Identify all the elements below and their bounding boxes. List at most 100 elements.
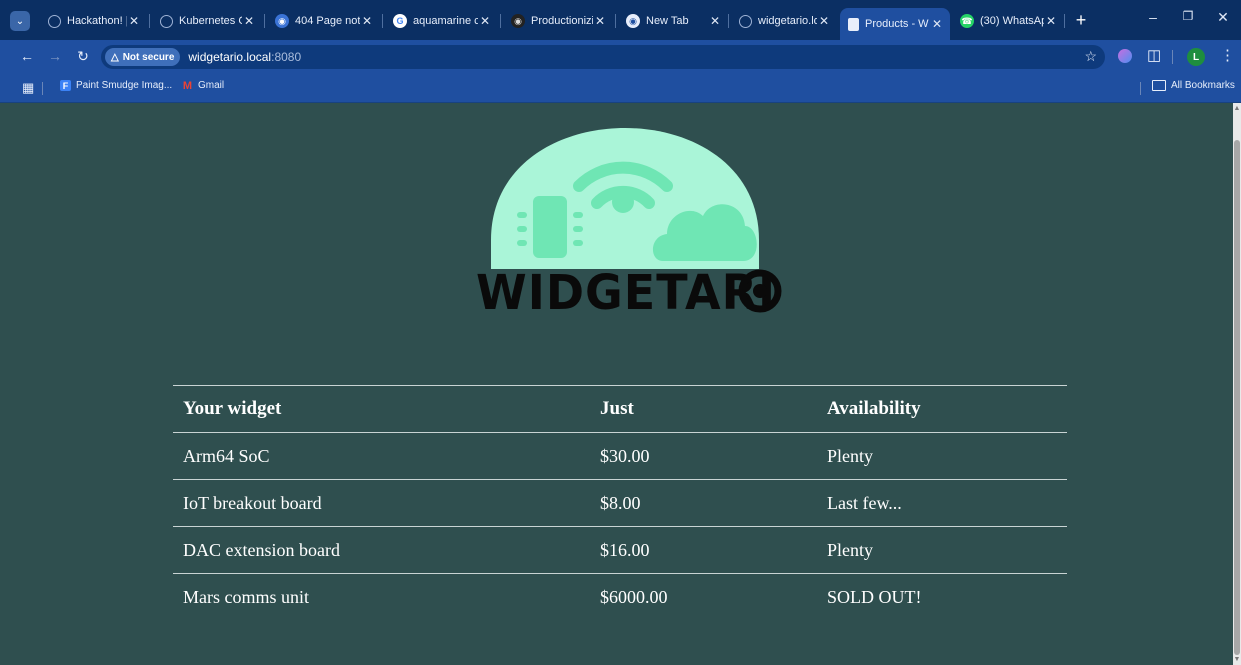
- close-tab-icon[interactable]: ✕: [478, 14, 492, 28]
- tab-title: widgetario.lo: [758, 15, 817, 27]
- logo-o-ring-icon: [738, 269, 782, 313]
- widget-availability: SOLD OUT!: [817, 573, 1067, 620]
- scroll-up-arrow-icon[interactable]: ▲: [1233, 105, 1241, 113]
- bookmark-star-icon[interactable]: ☆: [1084, 48, 1097, 65]
- warning-icon: △: [111, 51, 119, 63]
- tab-search-chevron-icon[interactable]: ⌄: [10, 11, 30, 31]
- url-port: :8080: [271, 50, 302, 64]
- table-row: DAC extension board $16.00 Plenty: [173, 526, 1067, 574]
- table-header-row: Your widget Just Availability: [173, 385, 1067, 433]
- all-bookmarks-button[interactable]: All Bookmarks: [1152, 80, 1235, 91]
- tab-divider: [264, 14, 265, 28]
- tab-title: Productionizi: [531, 15, 593, 27]
- close-window-icon[interactable]: ✕: [1213, 9, 1233, 26]
- close-tab-icon[interactable]: ✕: [817, 14, 831, 28]
- products-table: Your widget Just Availability Arm64 SoC …: [173, 385, 1067, 620]
- bookmark-label: Gmail: [198, 80, 225, 91]
- bookmarks-bar: ▦ F Paint Smudge Imag... M Gmail All Boo…: [0, 74, 1241, 103]
- table-row: Mars comms unit $6000.00 SOLD OUT!: [173, 573, 1067, 620]
- tab-title: New Tab: [646, 15, 689, 27]
- whatsapp-icon: ☎: [960, 14, 974, 28]
- bookmark-paint-smudge[interactable]: F Paint Smudge Imag...: [60, 80, 172, 91]
- bookmark-gmail[interactable]: M Gmail: [182, 79, 225, 92]
- globe-icon: [739, 14, 752, 28]
- profile-avatar[interactable]: L: [1187, 48, 1205, 66]
- tab-aquamarine[interactable]: G aquamarine c ✕: [385, 8, 498, 34]
- menu-kebab-icon[interactable]: ⋮: [1220, 46, 1235, 64]
- header-price: Just: [590, 385, 817, 433]
- extensions-puzzle-icon[interactable]: ◫: [1147, 46, 1161, 64]
- tab-title: Kubernetes C: [179, 15, 242, 27]
- apps-grid-icon[interactable]: ▦: [22, 80, 34, 96]
- bookmarks-divider: [42, 82, 43, 95]
- close-tab-icon[interactable]: ✕: [930, 17, 944, 31]
- tab-title: (30) WhatsAp: [980, 15, 1044, 27]
- toolbar-divider: [1172, 50, 1173, 64]
- tab-widgetario[interactable]: widgetario.lo ✕: [731, 8, 837, 34]
- close-tab-icon[interactable]: ✕: [127, 14, 141, 28]
- tab-kubernetes[interactable]: Kubernetes C ✕: [152, 8, 262, 34]
- tab-divider: [382, 14, 383, 28]
- google-icon: G: [393, 14, 407, 28]
- close-tab-icon[interactable]: ✕: [360, 14, 374, 28]
- tab-hackathon[interactable]: Hackathon! | ✕: [40, 8, 147, 34]
- tab-title: aquamarine c: [413, 15, 478, 27]
- tab-title: 404 Page not: [295, 15, 360, 27]
- close-tab-icon[interactable]: ✕: [593, 14, 607, 28]
- header-availability: Availability: [817, 385, 1067, 433]
- security-chip[interactable]: △ Not secure: [105, 48, 181, 66]
- widget-availability: Plenty: [817, 432, 1067, 480]
- tab-whatsapp[interactable]: ☎ (30) WhatsAp ✕: [952, 8, 1064, 34]
- forward-icon[interactable]: →: [46, 48, 64, 64]
- folder-icon: [1152, 80, 1166, 91]
- globe-icon: [160, 14, 173, 28]
- bookmark-f-icon: F: [60, 80, 71, 91]
- browser-toolbar: ← → ↻ △ Not secure widgetario.local:8080…: [0, 40, 1241, 74]
- close-tab-icon[interactable]: ✕: [1044, 14, 1058, 28]
- target-icon: ◉: [511, 14, 525, 28]
- tab-title: Hackathon! |: [67, 15, 127, 27]
- widget-availability: Plenty: [817, 526, 1067, 574]
- widget-name: Arm64 SoC: [173, 432, 590, 480]
- tab-404[interactable]: ◉ 404 Page not ✕: [267, 8, 380, 34]
- chrome-icon: ◉: [626, 14, 640, 28]
- security-label: Not secure: [122, 51, 175, 63]
- logo-wordmark: WIDGETARI: [476, 263, 777, 321]
- all-bookmarks-label: All Bookmarks: [1171, 80, 1235, 91]
- bookmark-label: Paint Smudge Imag...: [76, 80, 173, 91]
- widget-price: $16.00: [590, 526, 817, 574]
- tab-divider: [728, 14, 729, 28]
- minimize-icon[interactable]: –: [1143, 9, 1163, 25]
- scroll-down-arrow-icon[interactable]: ▼: [1233, 656, 1241, 664]
- tab-strip: ⌄ Hackathon! | ✕ Kubernetes C ✕ ◉ 404 Pa…: [0, 0, 1241, 40]
- scrollbar-thumb[interactable]: [1234, 140, 1240, 655]
- back-icon[interactable]: ←: [18, 48, 36, 64]
- table-row: IoT breakout board $8.00 Last few...: [173, 479, 1067, 527]
- tab-divider: [500, 14, 501, 28]
- reload-icon[interactable]: ↻: [74, 48, 92, 65]
- address-bar[interactable]: △ Not secure widgetario.local:8080 ☆: [101, 45, 1105, 69]
- close-tab-icon[interactable]: ✕: [708, 14, 722, 28]
- gmail-icon: M: [182, 79, 193, 92]
- widget-price: $8.00: [590, 479, 817, 527]
- tab-new-tab[interactable]: ◉ New Tab ✕: [618, 8, 728, 34]
- url-host: widgetario.local: [188, 50, 272, 64]
- tab-productionizing[interactable]: ◉ Productionizi ✕: [503, 8, 613, 34]
- new-tab-button[interactable]: +: [1071, 10, 1091, 30]
- widget-name: DAC extension board: [173, 526, 590, 574]
- widget-price: $30.00: [590, 432, 817, 480]
- tab-divider: [1064, 14, 1065, 28]
- extension-icon[interactable]: [1118, 49, 1132, 63]
- widget-availability: Last few...: [817, 479, 1067, 527]
- table-row: Arm64 SoC $30.00 Plenty: [173, 432, 1067, 480]
- bookmarks-divider: [1140, 82, 1141, 95]
- widget-name: IoT breakout board: [173, 479, 590, 527]
- widget-price: $6000.00: [590, 573, 817, 620]
- document-icon: [848, 17, 859, 31]
- tab-products[interactable]: Products - W ✕: [840, 8, 950, 40]
- restore-icon[interactable]: ❐: [1178, 9, 1198, 23]
- tab-title: Products - W: [865, 18, 929, 30]
- close-tab-icon[interactable]: ✕: [242, 14, 256, 28]
- widget-name: Mars comms unit: [173, 573, 590, 620]
- url-text: widgetario.local:8080: [188, 50, 301, 64]
